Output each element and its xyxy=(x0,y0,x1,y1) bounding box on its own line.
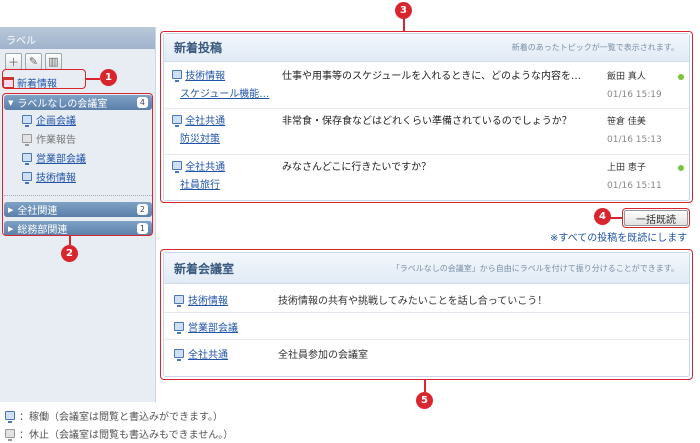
callout-box-1 xyxy=(2,69,86,89)
legend-text: ：稼働（会議室は閲覧と書込みができます。） xyxy=(19,412,223,423)
pencil-icon[interactable]: ✎ xyxy=(25,53,42,70)
legend-active: ：稼働（会議室は閲覧と書込みができます。） xyxy=(5,408,223,423)
callout-leader-3 xyxy=(403,18,405,31)
legend-inactive: ：休止（会議室は閲覧も書込みもできません。） xyxy=(5,426,233,441)
callout-box-3 xyxy=(160,31,693,203)
callout-box-2 xyxy=(2,93,153,236)
callout-leader-4 xyxy=(610,217,622,219)
plus-icon[interactable]: ＋ xyxy=(5,53,22,70)
callout-box-5 xyxy=(160,249,693,380)
callout-badge-4: 4 xyxy=(594,208,611,225)
mark-all-read-note: ※すべての投稿を既読にします xyxy=(550,233,688,244)
inactive-room-icon xyxy=(5,429,15,441)
callout-leader-1 xyxy=(86,78,100,80)
callout-badge-1: 1 xyxy=(100,69,117,86)
callout-badge-2: 2 xyxy=(61,245,78,262)
callout-leader-5 xyxy=(424,380,426,392)
trash-icon[interactable]: ▥ xyxy=(45,53,62,70)
callout-leader-2 xyxy=(69,236,71,245)
callout-badge-5: 5 xyxy=(416,392,433,409)
legend-text: ：休止（会議室は閲覧も書込みもできません。） xyxy=(19,430,234,441)
callout-box-4 xyxy=(622,208,690,228)
callout-badge-3: 3 xyxy=(395,2,412,19)
active-room-icon xyxy=(5,411,15,423)
sidebar-title: ラベル xyxy=(0,27,155,49)
